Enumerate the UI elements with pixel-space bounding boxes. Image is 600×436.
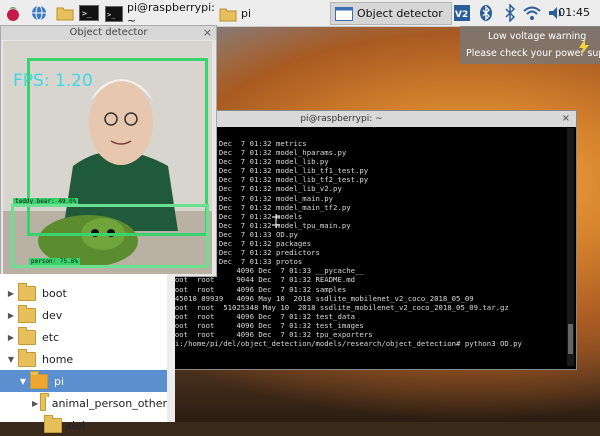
tree-item-label: pi [54, 374, 65, 388]
file-manager-tree[interactable]: ▶ boot ▶ dev ▶ etc ▼ home ▼ pi ▶ animal_… [0, 274, 168, 433]
raspberry-icon [2, 3, 24, 23]
detection-label-person: person: 75.8% [29, 258, 80, 265]
terminal-title: pi@raspberrypi: ~ [300, 114, 383, 124]
tree-item-dev[interactable]: ▶ dev [0, 304, 167, 326]
terminal-icon: >_ [78, 3, 100, 23]
chevron-right-icon[interactable]: ▶ [6, 289, 16, 298]
folder-icon [18, 326, 36, 345]
bluetooth-icon[interactable] [500, 2, 520, 24]
terminal-line: drwxr-xr-x 3 root root 4096 Dec 7 01:32 … [109, 329, 373, 339]
terminal-line: drwxr-xr-x 4 root root 4096 Dec 7 01:32 … [109, 284, 347, 294]
task-terminal[interactable]: >_ pi@raspberrypi: ~ [100, 0, 215, 27]
camera-frame: FPS: 1.20 teddy bear: 49.0% person: 75.8… [3, 41, 212, 274]
terminal-launch-button[interactable]: >_ [78, 2, 100, 24]
svg-text:>_: >_ [107, 11, 116, 19]
tree-item-label: home [42, 352, 74, 366]
detector-titlebar[interactable]: Object detector × [1, 26, 216, 40]
tree-item-animal-person-other[interactable]: ▶ animal_person_other [0, 392, 167, 414]
file-manager-divider[interactable] [167, 274, 175, 422]
task-label: Object detector [357, 7, 443, 20]
terminal-line: drwxr-xr-x 3 345018 89939 4096 May 10 20… [109, 293, 474, 303]
notification-title: Low voltage warning [488, 31, 587, 42]
home-folder-icon [30, 370, 48, 389]
terminal-line: drwxr-xr-x 2 root root 4096 Dec 7 01:32 … [109, 320, 364, 330]
bluetooth-icon[interactable] [476, 2, 496, 24]
tree-item-del[interactable]: del [0, 414, 167, 436]
terminal-line: drwxr-xr-x 2 root root 4096 Dec 7 01:32 … [109, 311, 356, 321]
taskbar: >_ >_ pi@raspberrypi: ~ pi Object detect… [0, 0, 600, 27]
browser-button[interactable] [28, 2, 50, 24]
tree-item-etc[interactable]: ▶ etc [0, 326, 167, 348]
scrollbar-thumb[interactable] [568, 324, 573, 354]
task-file-manager[interactable]: pi [214, 2, 330, 25]
folder-icon [18, 348, 36, 367]
folder-icon [18, 304, 36, 323]
task-label: pi@raspberrypi: ~ [127, 0, 215, 27]
window-icon [335, 6, 353, 22]
file-manager-button[interactable] [54, 2, 76, 24]
folder-icon [18, 282, 36, 301]
menu-button[interactable] [2, 2, 24, 24]
terminal-icon: >_ [105, 5, 123, 22]
vnc-icon[interactable]: V2 [452, 2, 472, 24]
close-icon[interactable]: × [203, 26, 212, 40]
terminal-line: root@raspberrypi:/home/pi/del/object_det… [109, 339, 522, 349]
object-detector-window[interactable]: Object detector × FPS: 1.20 teddy bear: … [0, 25, 217, 277]
terminal-line: -rw-r--r-- 1 root root 51025348 May 10 2… [109, 302, 509, 312]
svg-text:V2: V2 [455, 10, 468, 20]
lightning-icon [578, 39, 590, 58]
folder-icon [219, 6, 237, 22]
clock[interactable]: 01:45 [558, 6, 590, 19]
folder-icon [54, 3, 76, 23]
tree-item-label: etc [42, 330, 60, 344]
detector-title: Object detector [69, 27, 148, 38]
tree-item-label: boot [42, 286, 67, 300]
tree-item-label: animal_person_other [51, 396, 167, 410]
folder-icon [40, 392, 49, 411]
task-label: pi [241, 7, 252, 20]
low-voltage-notification[interactable]: Low voltage warning Please check your po… [460, 26, 600, 64]
close-icon[interactable]: × [562, 111, 570, 127]
tree-item-pi[interactable]: ▼ pi [0, 370, 167, 392]
chevron-right-icon[interactable]: ▶ [6, 333, 16, 342]
tree-item-label: del [68, 418, 85, 432]
globe-icon [28, 3, 50, 23]
chevron-down-icon[interactable]: ▼ [6, 355, 16, 364]
svg-text:>_: >_ [82, 9, 92, 18]
chevron-right-icon[interactable]: ▶ [6, 311, 16, 320]
chevron-right-icon[interactable]: ▶ [32, 399, 38, 408]
chevron-down-icon[interactable]: ▼ [18, 377, 28, 386]
wifi-icon[interactable] [522, 2, 542, 24]
task-object-detector[interactable]: Object detector [330, 2, 452, 25]
terminal-scrollbar[interactable] [567, 128, 574, 366]
tree-item-boot[interactable]: ▶ boot [0, 282, 167, 304]
tree-item-label: dev [42, 308, 63, 322]
folder-icon [44, 414, 62, 433]
tree-item-home[interactable]: ▼ home [0, 348, 167, 370]
